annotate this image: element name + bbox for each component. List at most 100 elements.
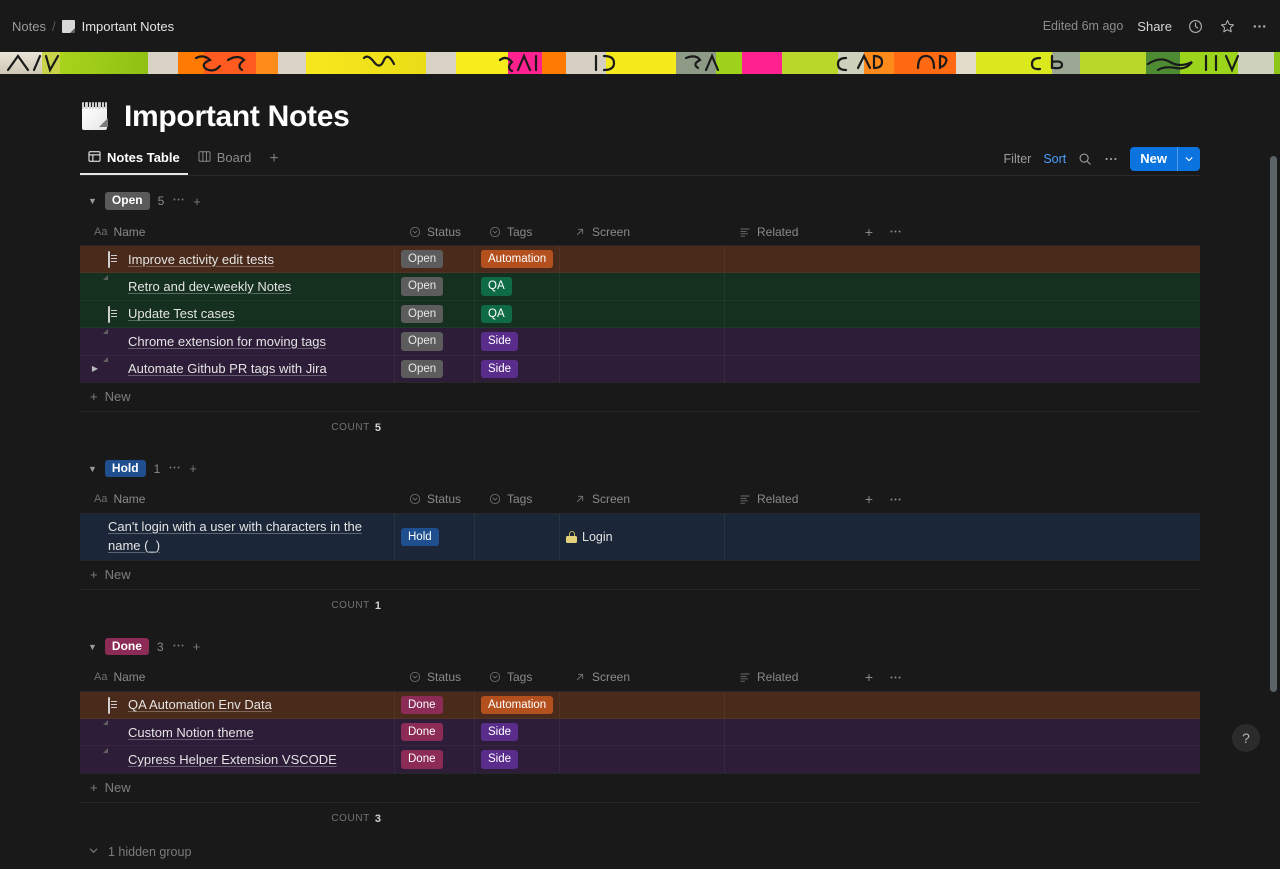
column-options-button[interactable] xyxy=(879,671,905,684)
column-header-status[interactable]: Status xyxy=(403,670,483,684)
cell-related[interactable] xyxy=(725,246,845,272)
column-header-screen[interactable]: Screen xyxy=(568,670,733,684)
column-header-name[interactable]: AaName xyxy=(88,225,403,239)
cell-name[interactable]: Improve activity edit tests xyxy=(80,246,395,272)
hidden-group-toggle[interactable]: 1 hidden group xyxy=(80,835,1200,869)
cell-status[interactable]: Done xyxy=(395,719,475,745)
group-add-icon[interactable]: + xyxy=(193,639,201,654)
table-row[interactable]: Custom Notion themeDoneSide xyxy=(80,719,1200,746)
cell-tags[interactable]: Side xyxy=(475,328,560,354)
cell-status[interactable]: Hold xyxy=(395,514,475,560)
group-collapse-toggle[interactable]: ▼ xyxy=(88,642,97,652)
column-header-related[interactable]: Related xyxy=(733,670,853,684)
cell-status[interactable]: Open xyxy=(395,328,475,354)
cell-name[interactable]: Chrome extension for moving tags xyxy=(80,328,395,354)
group-collapse-toggle[interactable]: ▼ xyxy=(88,464,97,474)
cell-related[interactable] xyxy=(725,746,845,772)
row-expand-toggle[interactable]: ▶ xyxy=(88,364,102,373)
cell-status[interactable]: Open xyxy=(395,273,475,299)
cell-tags[interactable]: Automation xyxy=(475,246,560,272)
column-header-screen[interactable]: Screen xyxy=(568,225,733,239)
cell-status[interactable]: Open xyxy=(395,246,475,272)
group-name-badge[interactable]: Done xyxy=(105,638,149,655)
cell-tags[interactable]: QA xyxy=(475,273,560,299)
table-row[interactable]: Chrome extension for moving tagsOpenSide xyxy=(80,328,1200,355)
group-name-badge[interactable]: Hold xyxy=(105,460,146,477)
cell-related[interactable] xyxy=(725,273,845,299)
cell-related[interactable] xyxy=(725,356,845,382)
page-title[interactable]: Important Notes xyxy=(124,100,350,134)
screen-relation[interactable]: Login xyxy=(566,530,613,544)
cell-tags[interactable]: Side xyxy=(475,746,560,772)
view-more-icon[interactable] xyxy=(1104,152,1118,166)
search-icon[interactable] xyxy=(1078,152,1092,166)
add-new-row-button[interactable]: +New xyxy=(80,383,1200,412)
column-header-status[interactable]: Status xyxy=(403,225,483,239)
column-header-screen[interactable]: Screen xyxy=(568,492,733,506)
cover-image[interactable] xyxy=(0,52,1280,74)
cell-name[interactable]: Can't login with a user with characters … xyxy=(80,514,395,560)
clock-icon[interactable] xyxy=(1186,17,1204,35)
cell-screen[interactable] xyxy=(560,328,725,354)
cell-name[interactable]: Custom Notion theme xyxy=(80,719,395,745)
cell-related[interactable] xyxy=(725,692,845,718)
breadcrumb-current-page[interactable]: Important Notes xyxy=(62,19,175,34)
group-count-row[interactable]: COUNT1 xyxy=(80,590,1200,622)
add-column-button[interactable]: + xyxy=(853,224,879,240)
breadcrumb-root[interactable]: Notes xyxy=(12,19,46,34)
group-count-row[interactable]: COUNT3 xyxy=(80,803,1200,835)
cell-name[interactable]: QA Automation Env Data xyxy=(80,692,395,718)
column-header-status[interactable]: Status xyxy=(403,492,483,506)
cell-screen[interactable] xyxy=(560,746,725,772)
column-header-tags[interactable]: Tags xyxy=(483,225,568,239)
cell-name[interactable]: Cypress Helper Extension VSCODE xyxy=(80,746,395,772)
filter-button[interactable]: Filter xyxy=(1004,152,1032,166)
cell-related[interactable] xyxy=(725,719,845,745)
cell-name[interactable]: ▶Automate Github PR tags with Jira xyxy=(80,356,395,382)
group-count-row[interactable]: COUNT5 xyxy=(80,412,1200,444)
column-header-name[interactable]: AaName xyxy=(88,670,403,684)
tab-board[interactable]: Board xyxy=(190,144,260,174)
column-header-related[interactable]: Related xyxy=(733,225,853,239)
column-header-tags[interactable]: Tags xyxy=(483,492,568,506)
cell-status[interactable]: Open xyxy=(395,301,475,327)
share-button[interactable]: Share xyxy=(1137,19,1172,34)
cell-status[interactable]: Done xyxy=(395,692,475,718)
add-column-button[interactable]: + xyxy=(853,491,879,507)
table-row[interactable]: Cypress Helper Extension VSCODEDoneSide xyxy=(80,746,1200,772)
column-options-button[interactable] xyxy=(879,225,905,238)
cell-status[interactable]: Done xyxy=(395,746,475,772)
cell-tags[interactable]: Side xyxy=(475,719,560,745)
group-more-icon[interactable] xyxy=(172,639,185,655)
cell-screen[interactable] xyxy=(560,301,725,327)
group-name-badge[interactable]: Open xyxy=(105,192,150,209)
table-row[interactable]: Retro and dev-weekly NotesOpenQA xyxy=(80,273,1200,300)
cell-tags[interactable] xyxy=(475,514,560,560)
table-row[interactable]: ▶Automate Github PR tags with JiraOpenSi… xyxy=(80,356,1200,382)
column-header-tags[interactable]: Tags xyxy=(483,670,568,684)
table-row[interactable]: Improve activity edit testsOpenAutomatio… xyxy=(80,246,1200,273)
add-view-button[interactable]: + xyxy=(261,148,286,170)
cell-related[interactable] xyxy=(725,301,845,327)
cell-screen[interactable] xyxy=(560,719,725,745)
help-button[interactable]: ? xyxy=(1232,724,1260,752)
cell-tags[interactable]: QA xyxy=(475,301,560,327)
chevron-down-icon[interactable] xyxy=(1178,154,1200,164)
cell-screen[interactable] xyxy=(560,356,725,382)
column-header-name[interactable]: AaName xyxy=(88,492,403,506)
spiral-notepad-icon[interactable] xyxy=(80,102,110,132)
group-add-icon[interactable]: + xyxy=(189,461,197,476)
cell-screen[interactable]: Login xyxy=(560,514,725,560)
cell-name[interactable]: Retro and dev-weekly Notes xyxy=(80,273,395,299)
add-column-button[interactable]: + xyxy=(853,669,879,685)
sort-button[interactable]: Sort xyxy=(1043,152,1066,166)
new-button[interactable]: New xyxy=(1130,147,1200,171)
cell-tags[interactable]: Side xyxy=(475,356,560,382)
cell-status[interactable]: Open xyxy=(395,356,475,382)
column-header-related[interactable]: Related xyxy=(733,492,853,506)
cell-related[interactable] xyxy=(725,514,845,560)
add-new-row-button[interactable]: +New xyxy=(80,774,1200,803)
cell-screen[interactable] xyxy=(560,246,725,272)
cell-screen[interactable] xyxy=(560,692,725,718)
group-more-icon[interactable] xyxy=(168,461,181,477)
